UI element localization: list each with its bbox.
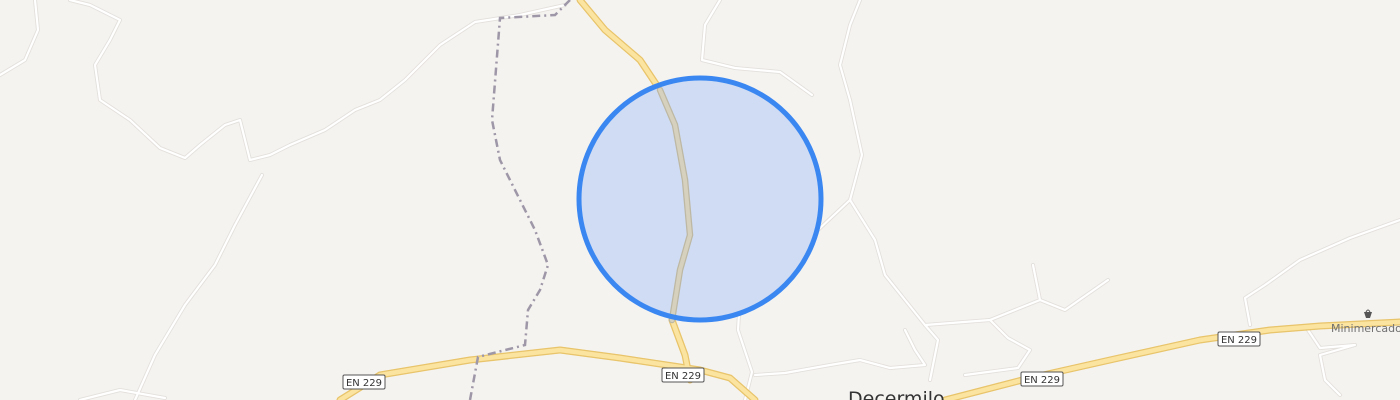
- map-view[interactable]: EN 229 EN 229 EN 229 EN 229 Minimercado …: [0, 0, 1400, 400]
- svg-text:EN 229: EN 229: [665, 371, 701, 382]
- road-shield: EN 229: [1020, 371, 1064, 387]
- road-shield: EN 229: [661, 367, 705, 383]
- location-accuracy-circle: [576, 75, 824, 324]
- poi-label: Minimercado: [1331, 322, 1400, 335]
- svg-text:EN 229: EN 229: [1024, 375, 1060, 386]
- place-label: Decermilo: [848, 388, 945, 400]
- map-canvas[interactable]: EN 229 EN 229 EN 229 EN 229 Minimercado …: [0, 0, 1400, 400]
- svg-text:EN 229: EN 229: [1221, 335, 1257, 346]
- road-shield: EN 229: [342, 374, 386, 390]
- road-shield: EN 229: [1217, 331, 1261, 347]
- svg-text:EN 229: EN 229: [346, 378, 382, 389]
